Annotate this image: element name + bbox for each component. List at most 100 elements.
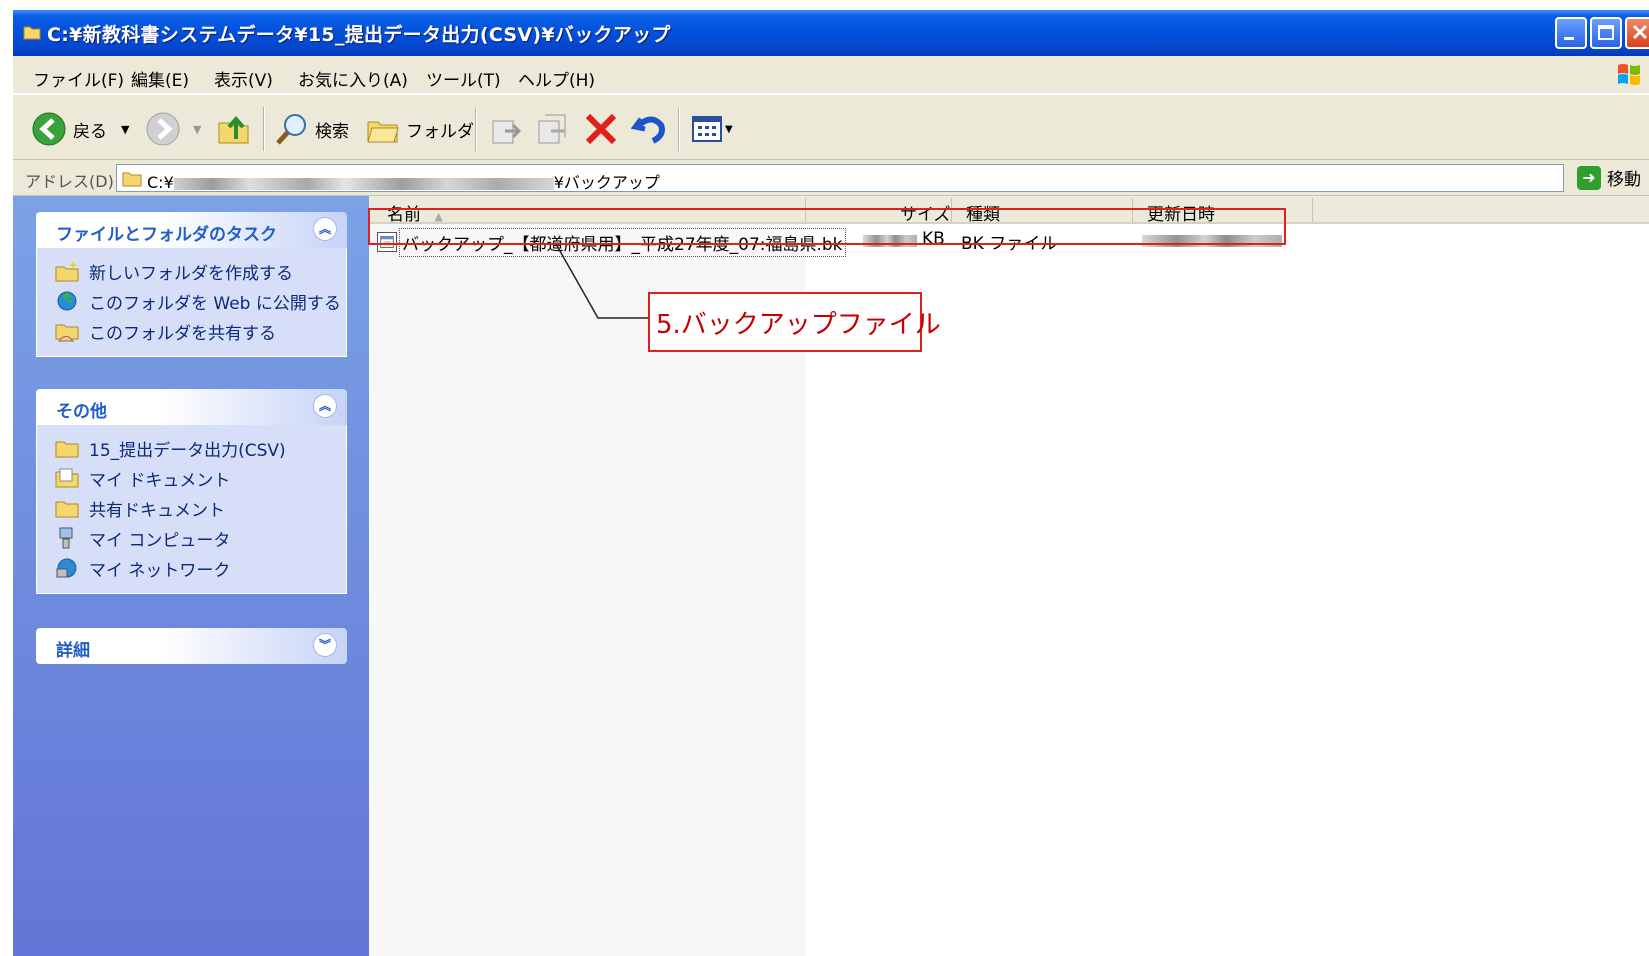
go-label: 移動 bbox=[1607, 170, 1641, 190]
file-tasks-body: 新しいフォルダを作成する このフォルダを Web に公開する このフォルダを共有… bbox=[36, 248, 347, 357]
close-icon bbox=[1632, 24, 1648, 40]
address-path-suffix: ¥バックアップ bbox=[553, 173, 660, 192]
copy-to-button[interactable] bbox=[535, 109, 571, 149]
menu-favorites[interactable]: お気に入り(A) bbox=[298, 66, 408, 91]
menu-tools[interactable]: ツール(T) bbox=[426, 66, 501, 91]
collapse-up-icon[interactable]: ︽ bbox=[313, 217, 337, 241]
views-dropdown-icon[interactable]: ▼ bbox=[725, 124, 733, 135]
toolbar-separator bbox=[263, 107, 265, 151]
place-label: マイ ドキュメント bbox=[89, 470, 231, 491]
folders-label: フォルダ bbox=[406, 121, 474, 142]
task-label: このフォルダを Web に公開する bbox=[89, 293, 341, 314]
go-arrow-icon: ➜ bbox=[1577, 165, 1601, 190]
place-label: マイ ネットワーク bbox=[89, 560, 231, 581]
my-network-icon bbox=[56, 558, 77, 578]
file-highlight-box bbox=[368, 208, 1286, 245]
place-label: マイ コンピュータ bbox=[89, 530, 231, 551]
folder-icon bbox=[122, 172, 142, 187]
undo-icon bbox=[631, 116, 665, 144]
undo-button[interactable] bbox=[631, 109, 667, 149]
place-parent-folder[interactable]: 15_提出データ出力(CSV) bbox=[55, 433, 346, 463]
views-button[interactable]: ▼ bbox=[691, 109, 733, 149]
place-my-documents[interactable]: マイ ドキュメント bbox=[55, 463, 346, 493]
search-button[interactable]: 検索 bbox=[275, 109, 349, 149]
folders-icon bbox=[367, 121, 399, 143]
toolbar-separator bbox=[475, 107, 477, 151]
minimize-button[interactable] bbox=[1555, 17, 1587, 49]
back-arrow-icon bbox=[32, 112, 66, 146]
search-icon bbox=[276, 114, 306, 145]
folders-button[interactable]: フォルダ bbox=[366, 109, 474, 149]
task-pane: ファイルとフォルダのタスク ︽ 新しいフォルダを作成する このフォルダを Web… bbox=[13, 196, 369, 956]
menu-file[interactable]: ファイル(F) bbox=[33, 66, 124, 91]
move-to-button[interactable] bbox=[489, 109, 525, 149]
copy-to-icon bbox=[538, 114, 566, 144]
task-publish-web[interactable]: このフォルダを Web に公開する bbox=[55, 286, 346, 316]
address-path: C:¥ ¥バックアップ bbox=[147, 169, 660, 193]
details-title: 詳細 bbox=[56, 641, 90, 661]
address-bar: アドレス(D) C:¥¥バックアップ ▼ ➜ 移動 bbox=[13, 160, 1649, 196]
task-label: このフォルダを共有する bbox=[89, 323, 276, 344]
other-places-title: その他 bbox=[56, 402, 107, 422]
go-button[interactable]: ➜ 移動 bbox=[1577, 165, 1641, 190]
menu-view[interactable]: 表示(V) bbox=[214, 66, 273, 91]
menu-help[interactable]: ヘルプ(H) bbox=[518, 66, 595, 91]
share-folder-icon bbox=[55, 324, 79, 342]
task-share-folder[interactable]: このフォルダを共有する bbox=[55, 316, 346, 346]
address-path-prefix: C:¥ bbox=[147, 173, 174, 192]
expand-down-icon[interactable]: ︾ bbox=[313, 633, 337, 657]
window-title: C:¥新教科書システムデータ¥15_提出データ出力(CSV)¥バックアップ bbox=[47, 24, 671, 46]
close-button[interactable] bbox=[1625, 17, 1649, 49]
other-places-body: 15_提出データ出力(CSV) マイ ドキュメント 共有ドキュメント マイ コン… bbox=[36, 425, 347, 594]
toolbar-separator bbox=[678, 107, 680, 151]
folder-icon bbox=[55, 501, 79, 518]
back-dropdown-icon[interactable]: ▼ bbox=[121, 123, 129, 136]
place-shared-documents[interactable]: 共有ドキュメント bbox=[55, 493, 346, 523]
up-folder-button[interactable] bbox=[216, 109, 252, 149]
delete-button[interactable] bbox=[583, 109, 619, 149]
place-label: 15_提出データ出力(CSV) bbox=[89, 440, 286, 461]
publish-web-icon bbox=[57, 291, 77, 311]
folder-icon bbox=[23, 26, 41, 40]
place-my-network[interactable]: マイ ネットワーク bbox=[55, 553, 346, 583]
column-divider[interactable] bbox=[1312, 198, 1313, 222]
menu-bar: ファイル(F) 編集(E) 表示(V) お気に入り(A) ツール(T) ヘルプ(… bbox=[13, 56, 1649, 94]
file-list: 名前 ▲ サイズ 種類 更新日時 バックアップ_【都道府県用】_平成27年度_0… bbox=[369, 196, 1649, 956]
collapse-up-icon[interactable]: ︽ bbox=[313, 394, 337, 418]
maximize-button[interactable] bbox=[1590, 17, 1622, 49]
address-path-redacted bbox=[173, 177, 554, 190]
move-to-icon bbox=[492, 120, 522, 144]
address-label: アドレス(D) bbox=[25, 172, 114, 191]
folder-icon bbox=[55, 441, 79, 458]
callout-box: 5.バックアップファイル bbox=[648, 292, 941, 352]
place-my-computer[interactable]: マイ コンピュータ bbox=[55, 523, 346, 553]
forward-dropdown-icon[interactable]: ▼ bbox=[193, 123, 201, 136]
task-new-folder[interactable]: 新しいフォルダを作成する bbox=[55, 256, 346, 286]
windows-logo-icon bbox=[1618, 64, 1640, 85]
details-panel: 詳細 ︾ bbox=[36, 628, 347, 664]
back-button[interactable]: 戻る ▼ bbox=[31, 109, 129, 149]
toolbar: 戻る ▼ ▼ 検索 フォルダ ▼ bbox=[13, 94, 1649, 160]
place-label: 共有ドキュメント bbox=[89, 500, 225, 521]
back-label: 戻る bbox=[73, 121, 107, 142]
task-label: 新しいフォルダを作成する bbox=[89, 263, 293, 284]
address-input[interactable]: C:¥¥バックアップ ▼ bbox=[116, 164, 1564, 192]
details-header[interactable]: 詳細 ︾ bbox=[36, 628, 347, 664]
menu-edit[interactable]: 編集(E) bbox=[131, 66, 189, 91]
explorer-window: C:¥新教科書システムデータ¥15_提出データ出力(CSV)¥バックアップ ファ… bbox=[13, 10, 1649, 956]
other-places-header[interactable]: その他 ︽ bbox=[36, 389, 347, 425]
minimize-icon bbox=[1564, 37, 1574, 40]
file-tasks-title: ファイルとフォルダのタスク bbox=[56, 225, 277, 245]
up-folder-icon bbox=[218, 115, 249, 144]
maximize-icon bbox=[1598, 25, 1614, 40]
callout-label: 5.バックアップファイル bbox=[656, 310, 941, 340]
title-bar: C:¥新教科書システムデータ¥15_提出データ出力(CSV)¥バックアップ bbox=[13, 10, 1649, 56]
forward-arrow-icon bbox=[146, 112, 180, 146]
file-tasks-header[interactable]: ファイルとフォルダのタスク ︽ bbox=[36, 212, 347, 248]
delete-icon bbox=[585, 113, 617, 145]
views-icon bbox=[692, 116, 722, 142]
forward-button[interactable]: ▼ bbox=[145, 109, 201, 149]
my-computer-icon bbox=[59, 527, 73, 549]
search-label: 検索 bbox=[315, 121, 349, 142]
file-tasks-panel: ファイルとフォルダのタスク ︽ 新しいフォルダを作成する このフォルダを Web… bbox=[36, 212, 347, 357]
